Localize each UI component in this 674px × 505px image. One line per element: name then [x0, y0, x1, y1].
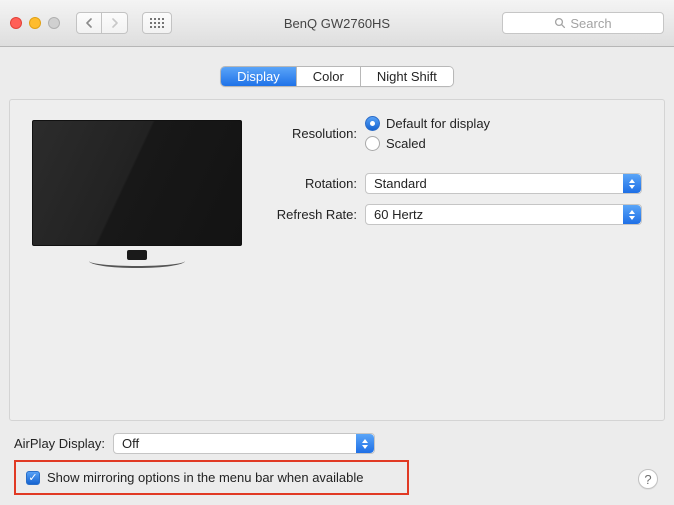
select-value: Off — [122, 436, 139, 451]
radio-label: Default for display — [386, 116, 490, 131]
chevron-updown-icon — [623, 174, 641, 193]
window-title: BenQ GW2760HS — [180, 16, 494, 31]
help-button[interactable]: ? — [638, 469, 658, 489]
checkmark-icon: ✓ — [26, 471, 40, 485]
rotation-select[interactable]: Standard — [365, 173, 642, 194]
radio-icon — [365, 116, 380, 131]
minimize-window-button[interactable] — [29, 17, 41, 29]
monitor-stand-icon — [89, 254, 185, 268]
tab-group: Display Color Night Shift — [220, 66, 454, 87]
window-controls — [10, 17, 60, 29]
select-value: 60 Hertz — [374, 207, 423, 222]
question-icon: ? — [644, 472, 651, 487]
close-window-button[interactable] — [10, 17, 22, 29]
mirroring-checkbox[interactable]: ✓ Show mirroring options in the menu bar… — [26, 470, 364, 485]
highlighted-region: ✓ Show mirroring options in the menu bar… — [14, 460, 409, 495]
search-placeholder: Search — [570, 16, 611, 31]
titlebar: BenQ GW2760HS Search — [0, 0, 674, 47]
show-all-button[interactable] — [142, 12, 172, 34]
settings-panel: Resolution: Default for display Scaled R… — [9, 99, 665, 421]
resolution-label: Resolution: — [262, 126, 357, 141]
search-icon — [554, 17, 566, 29]
refresh-rate-label: Refresh Rate: — [262, 207, 357, 222]
tab-color[interactable]: Color — [297, 67, 361, 86]
select-value: Standard — [374, 176, 427, 191]
radio-label: Scaled — [386, 136, 426, 151]
chevron-updown-icon — [356, 434, 374, 453]
tab-display[interactable]: Display — [221, 67, 297, 86]
chevron-updown-icon — [623, 205, 641, 224]
radio-default-resolution[interactable]: Default for display — [365, 116, 490, 131]
tab-night-shift[interactable]: Night Shift — [361, 67, 453, 86]
grid-icon — [150, 18, 164, 28]
monitor-screen-icon — [32, 120, 242, 246]
rotation-label: Rotation: — [262, 176, 357, 191]
forward-button[interactable] — [102, 12, 128, 34]
airplay-select[interactable]: Off — [113, 433, 375, 454]
search-input[interactable]: Search — [502, 12, 664, 34]
radio-scaled-resolution[interactable]: Scaled — [365, 136, 490, 151]
zoom-window-button[interactable] — [48, 17, 60, 29]
airplay-label: AirPlay Display: — [14, 436, 105, 451]
nav-buttons — [76, 12, 128, 34]
radio-icon — [365, 136, 380, 151]
monitor-preview — [32, 120, 242, 268]
back-button[interactable] — [76, 12, 102, 34]
refresh-rate-select[interactable]: 60 Hertz — [365, 204, 642, 225]
checkbox-label: Show mirroring options in the menu bar w… — [47, 470, 364, 485]
